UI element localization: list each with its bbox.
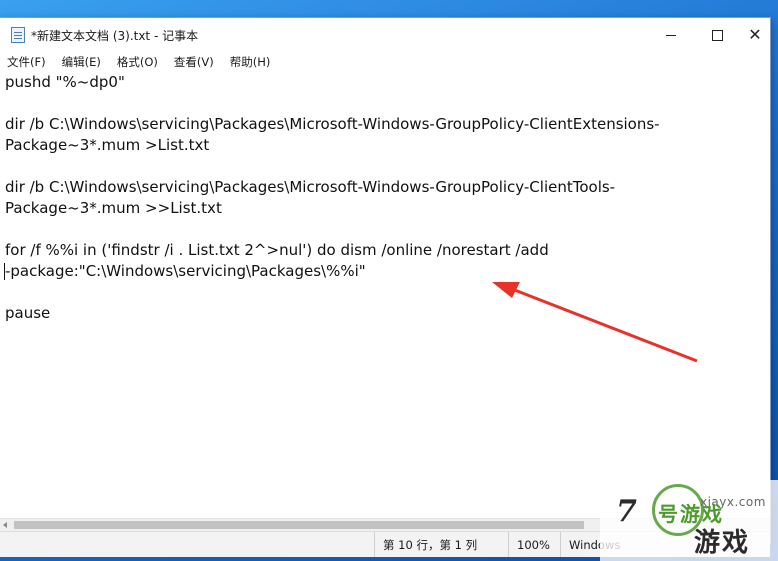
watermark-cn-big: 游戏 [694, 528, 751, 558]
window-controls: ✕ [648, 18, 770, 52]
title-bar[interactable]: *新建文本文档 (3).txt - 记事本 ✕ [0, 18, 770, 52]
text-caret-holder [0, 263, 10, 280]
menu-edit[interactable]: 编辑(E) [54, 54, 109, 70]
scroll-left-icon[interactable] [3, 522, 7, 528]
editor-line: dir /b C:\Windows\servicing\Packages\Mic… [5, 178, 616, 196]
editor-line: pushd "%~dp0" [5, 73, 125, 91]
status-cursor-position: 第 10 行，第 1 列 [374, 532, 508, 557]
status-zoom-text: 100% [517, 537, 550, 552]
watermark-number: 7 [616, 494, 637, 529]
scrollbar-thumb[interactable] [14, 521, 584, 529]
menu-bar: 文件(F) 编辑(E) 格式(O) 查看(V) 帮助(H) [0, 52, 770, 72]
minimize-button[interactable] [648, 18, 694, 52]
status-position-text: 第 10 行，第 1 列 [383, 537, 478, 552]
menu-view[interactable]: 查看(V) [166, 54, 222, 70]
editor-line: dir /b C:\Windows\servicing\Packages\Mic… [5, 115, 660, 133]
text-editor[interactable]: pushd "%~dp0" dir /b C:\Windows\servicin… [0, 72, 770, 518]
notepad-window: *新建文本文档 (3).txt - 记事本 ✕ 文件(F) 编辑(E) 格式(O… [0, 18, 770, 557]
window-title: *新建文本文档 (3).txt - 记事本 [31, 28, 199, 43]
menu-help[interactable]: 帮助(H) [222, 54, 279, 70]
watermark: 7 xiayx.com 号游戏 游戏 [600, 480, 778, 561]
close-button[interactable]: ✕ [740, 18, 770, 52]
editor-line: Package~3*.mum >>List.txt [5, 199, 222, 217]
editor-line: Package~3*.mum >List.txt [5, 136, 210, 154]
menu-file[interactable]: 文件(F) [0, 54, 54, 70]
editor-line: for /f %%i in ('findstr /i . List.txt 2^… [5, 241, 549, 259]
editor-line: pause [5, 304, 51, 322]
close-icon: ✕ [748, 25, 762, 44]
maximize-button[interactable] [694, 18, 740, 52]
editor-line: -package:"C:\Windows\servicing\Packages\… [5, 262, 366, 280]
menu-format[interactable]: 格式(O) [109, 54, 166, 70]
minimize-icon [666, 34, 676, 36]
notepad-icon [11, 27, 25, 43]
text-caret [4, 263, 5, 280]
status-zoom: 100% [508, 532, 560, 557]
maximize-icon [711, 29, 723, 41]
